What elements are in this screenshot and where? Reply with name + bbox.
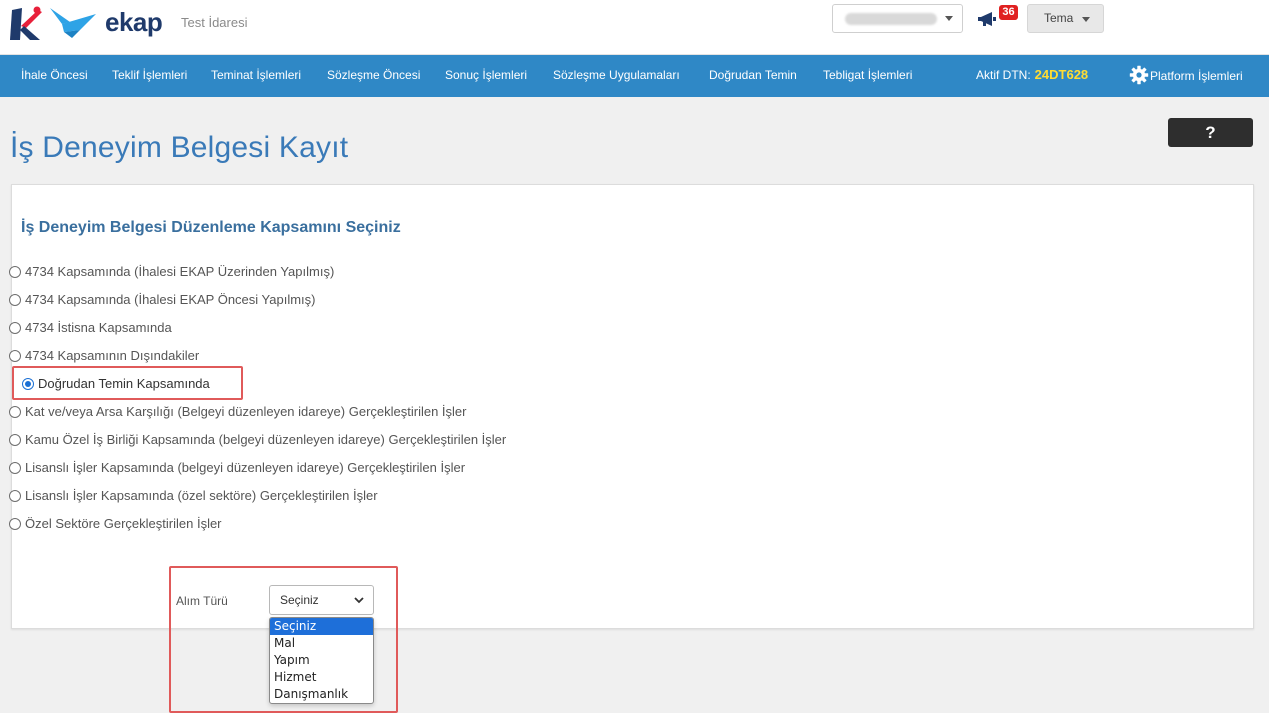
radio-option-label: 4734 Kapsamında (İhalesi EKAP Öncesi Yap…	[25, 292, 316, 307]
radio-button[interactable]	[9, 350, 21, 362]
radio-option-label: Kamu Özel İş Birliği Kapsamında (belgeyi…	[25, 432, 507, 447]
theme-button-label: Tema	[1044, 11, 1074, 25]
nav-item-tebligat-islemleri[interactable]: Tebligat İşlemleri	[823, 68, 912, 82]
notification-count-badge: 36	[999, 5, 1018, 20]
nav-item-sozlesme-oncesi[interactable]: Sözleşme Öncesi	[327, 68, 420, 82]
chevron-down-icon	[354, 597, 364, 604]
nav-item-teklif-islemleri[interactable]: Teklif İşlemleri	[112, 68, 187, 82]
radio-option-kapsam-disi[interactable]: 4734 Kapsamının Dışındakiler	[9, 348, 199, 366]
alim-turu-value: Seçiniz	[280, 593, 319, 607]
ekap-k-logo-icon	[10, 6, 42, 40]
nav-item-dogrudan-temin[interactable]: Doğrudan Temin	[709, 68, 797, 82]
radio-option-ekap-uzerinden[interactable]: 4734 Kapsamında (İhalesi EKAP Üzerinden …	[9, 264, 334, 282]
gear-icon	[1129, 65, 1149, 85]
nav-item-ihale-oncesi[interactable]: İhale Öncesi	[21, 68, 88, 82]
dropdown-option-hizmet[interactable]: Hizmet	[270, 669, 373, 686]
radio-option-label: 4734 İstisna Kapsamında	[25, 320, 172, 335]
help-button[interactable]: ?	[1168, 118, 1253, 147]
notifications-button[interactable]: 36	[978, 5, 1018, 29]
radio-button[interactable]	[9, 490, 21, 502]
active-dtn-code: 24DT628	[1034, 67, 1089, 82]
active-dtn-label: Aktif DTN:	[976, 68, 1031, 82]
radio-option-ekap-oncesi[interactable]: 4734 Kapsamında (İhalesi EKAP Öncesi Yap…	[9, 292, 316, 310]
radio-button[interactable]	[9, 518, 21, 530]
nav-item-sonuc-islemleri[interactable]: Sonuç İşlemleri	[445, 68, 527, 82]
radio-button[interactable]	[9, 266, 21, 278]
radio-button[interactable]	[9, 462, 21, 474]
ekap-bird-logo-icon	[50, 8, 96, 38]
radio-option-label: Kat ve/veya Arsa Karşılığı (Belgeyi düze…	[25, 404, 467, 419]
radio-option-istisna[interactable]: 4734 İstisna Kapsamında	[9, 320, 172, 338]
radio-option-lisansli-idare[interactable]: Lisanslı İşler Kapsamında (belgeyi düzen…	[9, 460, 465, 478]
ekap-logo-text[interactable]: ekap	[105, 7, 163, 38]
highlight-box-selected-option	[12, 366, 243, 400]
radio-button[interactable]	[9, 434, 21, 446]
dropdown-option-yapim[interactable]: Yapım	[270, 652, 373, 669]
dropdown-option-seciniz[interactable]: Seçiniz	[270, 618, 373, 635]
blurred-user-name	[845, 13, 937, 25]
nav-item-teminat-islemleri[interactable]: Teminat İşlemleri	[211, 68, 301, 82]
platform-islemleri-label: Platform İşlemleri	[1150, 69, 1243, 83]
dropdown-option-danismanlik[interactable]: Danışmanlık	[270, 686, 373, 703]
radio-button[interactable]	[9, 294, 21, 306]
platform-islemleri-menu[interactable]: Platform İşlemleri	[1129, 65, 1243, 85]
alim-turu-select[interactable]: Seçiniz	[269, 585, 374, 615]
alim-turu-label: Alım Türü	[176, 594, 228, 608]
radio-option-label: 4734 Kapsamının Dışındakiler	[25, 348, 200, 363]
main-navbar: İhale Öncesi Teklif İşlemleri Teminat İş…	[0, 55, 1269, 97]
active-dtn-indicator: Aktif DTN: 24DT628	[976, 67, 1088, 82]
radio-button[interactable]	[9, 406, 21, 418]
radio-option-ozel-sektor[interactable]: Özel Sektöre Gerçekleştirilen İşler	[9, 516, 222, 534]
caret-down-icon	[1082, 17, 1090, 22]
radio-option-kamu-ozel[interactable]: Kamu Özel İş Birliği Kapsamında (belgeyi…	[9, 432, 506, 450]
section-title: İş Deneyim Belgesi Düzenleme Kapsamını S…	[21, 219, 401, 236]
user-selector-dropdown[interactable]	[832, 4, 963, 33]
alim-turu-dropdown-list: Seçiniz Mal Yapım Hizmet Danışmanlık	[269, 617, 374, 704]
radio-option-kat-arsa[interactable]: Kat ve/veya Arsa Karşılığı (Belgeyi düze…	[9, 404, 466, 422]
radio-button[interactable]	[9, 322, 21, 334]
radio-option-lisansli-ozel[interactable]: Lisanslı İşler Kapsamında (özel sektöre)…	[9, 488, 378, 506]
radio-option-label: Lisanslı İşler Kapsamında (belgeyi düzen…	[25, 460, 466, 475]
radio-option-label: Lisanslı İşler Kapsamında (özel sektöre)…	[25, 488, 378, 503]
radio-option-label: 4734 Kapsamında (İhalesi EKAP Üzerinden …	[25, 264, 335, 279]
dropdown-option-mal[interactable]: Mal	[270, 635, 373, 652]
page-title: İş Deneyim Belgesi Kayıt	[10, 131, 349, 164]
nav-item-sozlesme-uygulamalari[interactable]: Sözleşme Uygulamaları	[553, 68, 680, 82]
caret-down-icon	[945, 16, 953, 21]
theme-dropdown-button[interactable]: Tema	[1027, 4, 1104, 33]
megaphone-icon	[978, 12, 996, 26]
organization-name: Test İdaresi	[181, 15, 248, 30]
top-header: ekap Test İdaresi 36 Tema	[0, 0, 1269, 55]
radio-option-label: Özel Sektöre Gerçekleştirilen İşler	[25, 516, 222, 531]
